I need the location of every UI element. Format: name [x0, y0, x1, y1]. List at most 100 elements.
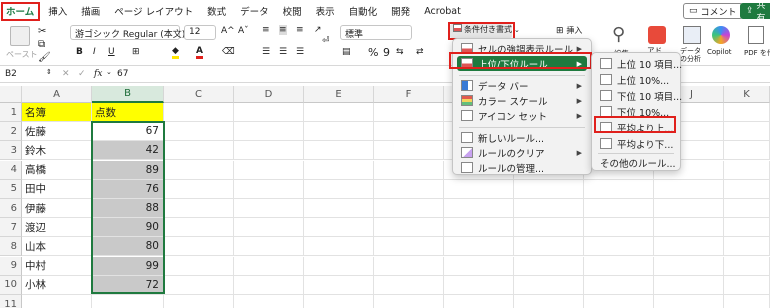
grid-cell[interactable]: [724, 103, 770, 122]
submenu-item-bottom-10-items[interactable]: 下位 10 項目...: [596, 88, 682, 103]
grid-cell[interactable]: [374, 122, 444, 142]
grid-cell[interactable]: [234, 122, 304, 142]
score-cell[interactable]: 76: [92, 179, 164, 199]
align-middle-icon[interactable]: ≡: [279, 25, 287, 35]
fill-color-icon[interactable]: ◆: [172, 46, 179, 59]
grid-cell[interactable]: [234, 199, 304, 218]
format-painter-icon[interactable]: 🖌: [38, 52, 51, 63]
tab-data[interactable]: データ: [233, 4, 276, 18]
grid-cell[interactable]: [234, 237, 304, 257]
grid-cell[interactable]: [304, 122, 374, 142]
grid-cell[interactable]: [584, 295, 654, 308]
grid-cell[interactable]: [374, 141, 444, 161]
name-cell[interactable]: 伊藤: [22, 199, 92, 218]
name-box-stepper-icon[interactable]: ⇕: [46, 68, 52, 76]
align-left-icon[interactable]: ☰: [262, 47, 270, 57]
score-cell[interactable]: 90: [92, 218, 164, 238]
grid-cell[interactable]: [304, 179, 374, 199]
menu-item-data-bars[interactable]: データ バー ▶: [457, 78, 587, 93]
grid-cell[interactable]: [374, 275, 444, 295]
active-score-cell[interactable]: 67: [92, 122, 164, 142]
row-header[interactable]: 6: [0, 199, 22, 218]
column-header-k[interactable]: K: [724, 86, 770, 103]
decrease-decimal-icon[interactable]: ⇄: [416, 47, 424, 57]
align-center-icon[interactable]: ☰: [279, 47, 287, 57]
score-cell[interactable]: 89: [92, 160, 164, 180]
grid-cell[interactable]: [304, 237, 374, 257]
conditional-format-button[interactable]: 条件付き書式 ⌄: [450, 24, 520, 38]
score-cell[interactable]: 80: [92, 237, 164, 257]
tab-formulas[interactable]: 数式: [200, 4, 233, 18]
grid-cell[interactable]: [724, 179, 770, 199]
grid-cell[interactable]: [92, 295, 164, 308]
grid-cell[interactable]: [374, 295, 444, 308]
grid-cell[interactable]: [234, 218, 304, 238]
row-header[interactable]: 7: [0, 218, 22, 238]
grid-cell[interactable]: [374, 218, 444, 238]
grid-cell[interactable]: [304, 218, 374, 238]
submenu-item-top-10-items[interactable]: 上位 10 項目...: [596, 56, 682, 71]
grid-cell[interactable]: [234, 160, 304, 180]
font-shrink-button[interactable]: Aˇ: [238, 26, 249, 36]
grid-cell[interactable]: [22, 295, 92, 308]
name-cell[interactable]: 鈴木: [22, 141, 92, 161]
grid-cell[interactable]: [444, 295, 514, 308]
underline-button[interactable]: U: [108, 47, 115, 57]
grid-cell[interactable]: [654, 256, 724, 276]
grid-cell[interactable]: [374, 103, 444, 122]
header-cell-name[interactable]: 名簿: [22, 103, 92, 122]
fx-button[interactable]: fx: [94, 69, 102, 79]
name-cell[interactable]: 中村: [22, 256, 92, 276]
grid-cell[interactable]: [234, 256, 304, 276]
number-format-select[interactable]: 標準: [340, 25, 412, 40]
grid-cell[interactable]: [584, 275, 654, 295]
currency-icon[interactable]: ▤: [342, 47, 351, 57]
grid-cell[interactable]: [654, 237, 724, 257]
row-header[interactable]: 11: [0, 295, 22, 308]
copy-icon[interactable]: ⧉: [38, 39, 45, 50]
grid-cell[interactable]: [654, 295, 724, 308]
grid-cell[interactable]: [234, 295, 304, 308]
insert-cells-button[interactable]: ⊞ 挿入: [556, 25, 582, 36]
tab-page-layout[interactable]: ページ レイアウト: [107, 4, 200, 18]
row-header[interactable]: 5: [0, 179, 22, 199]
tab-automate[interactable]: 自動化: [342, 4, 385, 18]
grid-cell[interactable]: [514, 199, 584, 218]
copilot-icon[interactable]: [712, 26, 730, 44]
grid-cell[interactable]: [304, 141, 374, 161]
tab-view[interactable]: 表示: [309, 4, 342, 18]
grid-cell[interactable]: [724, 160, 770, 180]
column-header-f[interactable]: F: [374, 86, 444, 103]
font-grow-button[interactable]: A^: [221, 26, 235, 36]
menu-item-clear-rules[interactable]: ルールのクリア ▶: [457, 145, 587, 160]
grid-cell[interactable]: [234, 179, 304, 199]
align-right-icon[interactable]: ☰: [296, 47, 304, 57]
cut-icon[interactable]: ✂: [38, 26, 46, 37]
score-cell[interactable]: 42: [92, 141, 164, 161]
grid-cell[interactable]: [584, 179, 654, 199]
name-cell[interactable]: 山本: [22, 237, 92, 257]
pdf-icon[interactable]: [748, 26, 764, 44]
grid-cell[interactable]: [304, 256, 374, 276]
cancel-icon[interactable]: ✕: [62, 69, 70, 79]
grid-cell[interactable]: [164, 218, 234, 238]
grid-cell[interactable]: [654, 199, 724, 218]
tab-insert[interactable]: 挿入: [41, 4, 74, 18]
name-cell[interactable]: 田中: [22, 179, 92, 199]
score-cell[interactable]: 99: [92, 256, 164, 276]
grid-cell[interactable]: [724, 237, 770, 257]
grid-cell[interactable]: [444, 237, 514, 257]
score-cell[interactable]: 72: [92, 275, 164, 295]
orientation-icon[interactable]: ↗: [314, 25, 322, 35]
grid-cell[interactable]: [304, 275, 374, 295]
decimal-icon[interactable]: ⇆: [396, 47, 404, 57]
grid-cell[interactable]: [514, 256, 584, 276]
grid-cell[interactable]: [234, 275, 304, 295]
grid-cell[interactable]: [374, 256, 444, 276]
menu-item-top-bottom-rules[interactable]: 上位/下位ルール ▶: [457, 56, 587, 71]
grid-cell[interactable]: [164, 141, 234, 161]
grid-cell[interactable]: [444, 199, 514, 218]
grid-cell[interactable]: [724, 275, 770, 295]
grid-cell[interactable]: [164, 295, 234, 308]
grid-cell[interactable]: [724, 218, 770, 238]
